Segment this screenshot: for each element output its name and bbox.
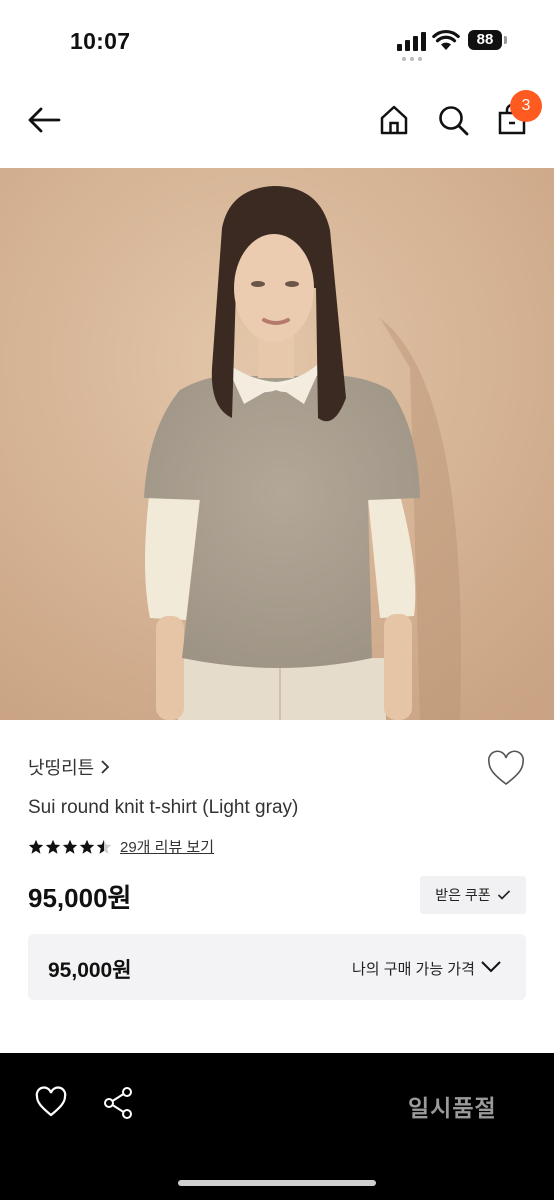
page-dots-icon xyxy=(402,57,422,61)
search-button[interactable] xyxy=(433,100,473,140)
star-icon xyxy=(28,839,44,854)
star-rating xyxy=(28,839,112,855)
star-icon xyxy=(62,839,78,854)
share-icon xyxy=(104,1087,132,1119)
home-icon xyxy=(380,105,408,135)
back-button[interactable] xyxy=(24,100,64,140)
chevron-down-icon xyxy=(481,961,501,973)
star-icon xyxy=(45,839,61,854)
product-title: Sui round knit t-shirt (Light gray) xyxy=(28,797,299,818)
search-icon xyxy=(439,106,469,136)
my-price-label: 나의 구매 가능 가격 xyxy=(352,961,475,978)
star-half-icon xyxy=(96,839,112,854)
product-price: 95,000원 xyxy=(28,883,132,913)
brand-name: 낫띵리튼 xyxy=(28,758,95,778)
battery-icon: 88 xyxy=(468,30,510,52)
coupon-button[interactable]: 받은 쿠폰 xyxy=(420,876,526,914)
heart-outline-icon xyxy=(487,750,525,786)
share-button[interactable] xyxy=(102,1086,136,1120)
heart-outline-icon xyxy=(35,1086,67,1117)
star-icon xyxy=(79,839,95,854)
cellular-signal-icon xyxy=(397,32,426,51)
my-price-value: 95,000원 xyxy=(48,959,132,982)
rating-row: 29개 리뷰 보기 xyxy=(28,836,214,857)
check-icon xyxy=(497,890,510,900)
battery-tip xyxy=(504,36,507,44)
wishlist-heart-button[interactable] xyxy=(486,750,526,788)
product-photo-illustration xyxy=(0,168,554,720)
battery-level: 88 xyxy=(468,30,502,50)
my-price-dropdown[interactable]: 95,000원 나의 구매 가능 가격 xyxy=(28,934,526,1000)
top-navigation xyxy=(0,80,554,168)
status-bar: 10:07 88 xyxy=(0,0,554,80)
product-image[interactable] xyxy=(0,168,554,720)
arrow-left-icon xyxy=(28,107,61,133)
cart-count-badge: 3 xyxy=(510,90,542,122)
wifi-icon xyxy=(432,29,460,50)
home-button[interactable] xyxy=(374,100,414,140)
home-indicator[interactable] xyxy=(178,1180,376,1186)
sold-out-status: 일시품절 xyxy=(408,1095,497,1121)
chevron-right-icon xyxy=(101,760,110,774)
coupon-button-label: 받은 쿠폰 xyxy=(435,887,491,903)
status-time: 10:07 xyxy=(70,28,131,54)
bottom-wishlist-button[interactable] xyxy=(34,1086,68,1120)
review-link[interactable]: 29개 리뷰 보기 xyxy=(120,836,214,857)
brand-link[interactable]: 낫띵리튼 xyxy=(28,754,110,780)
bottom-action-bar: 일시품절 xyxy=(0,1053,554,1200)
